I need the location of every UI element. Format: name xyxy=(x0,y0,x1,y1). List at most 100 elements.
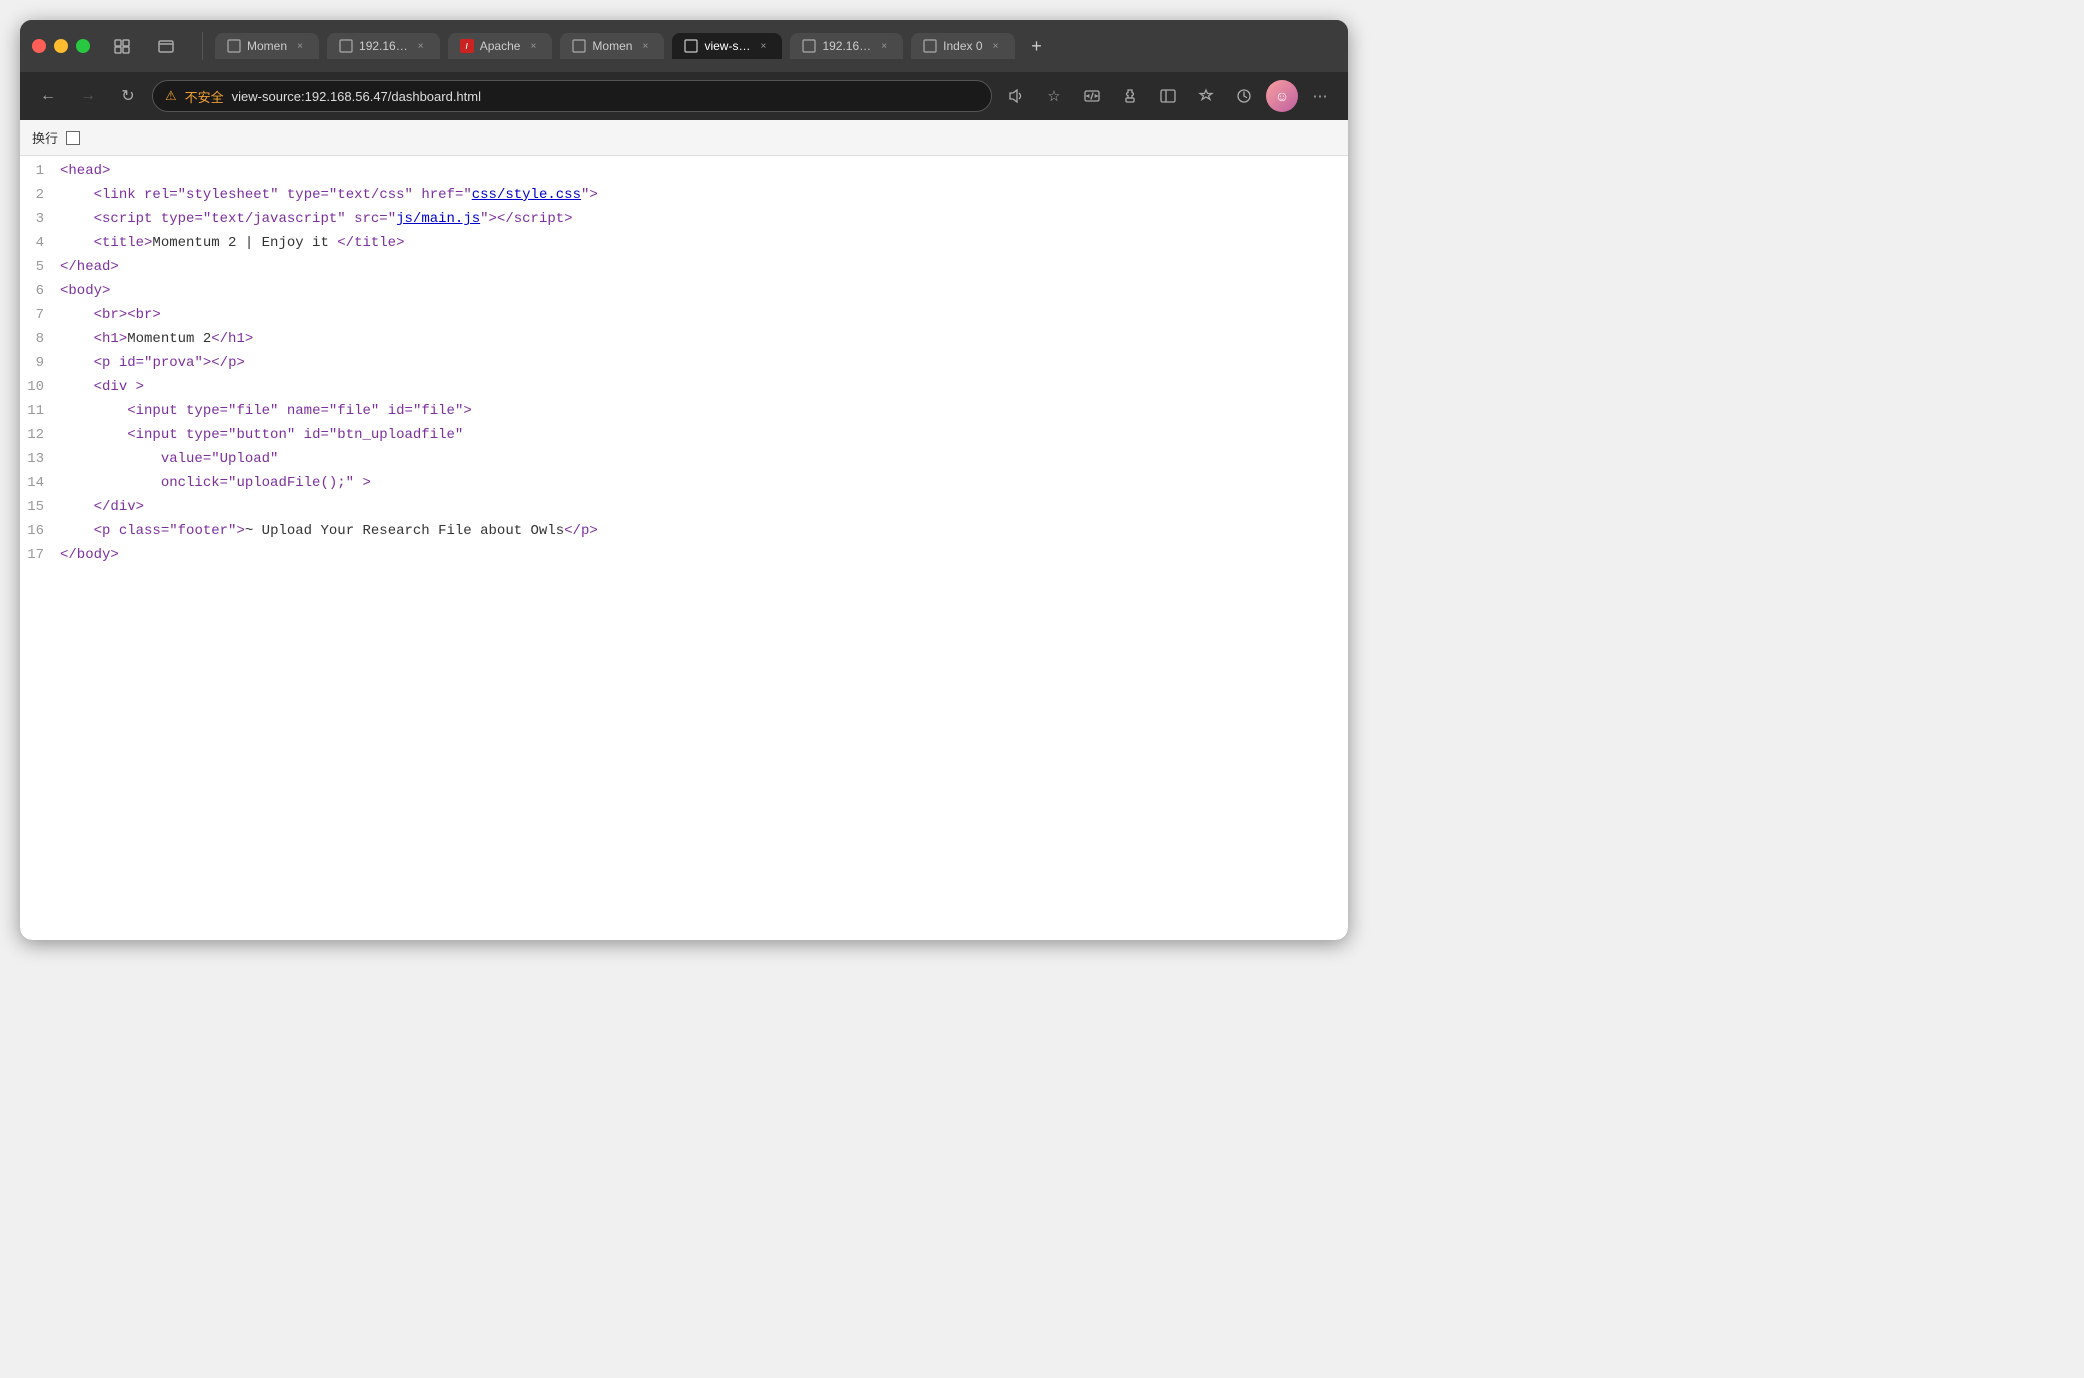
line-content: </div> xyxy=(60,496,1344,520)
security-label: 不安全 xyxy=(185,87,224,106)
line-content: <script type="text/javascript" src="js/m… xyxy=(60,208,1344,232)
tab-2-close[interactable]: × xyxy=(414,39,428,53)
source-line-9: 9 <p id="prova"></p> xyxy=(20,352,1348,376)
tab-7[interactable]: Index 0 × xyxy=(911,33,1014,59)
line-number: 9 xyxy=(24,352,60,376)
line-content: <body> xyxy=(60,280,1344,304)
forward-button[interactable]: → xyxy=(72,80,104,112)
line-number: 6 xyxy=(24,280,60,304)
tab-5-label: view-s… xyxy=(704,39,750,53)
single-tab-icon[interactable] xyxy=(150,30,182,62)
line-number: 12 xyxy=(24,424,60,448)
wrap-label: 换行 xyxy=(32,128,58,147)
line-content: <head> xyxy=(60,160,1344,184)
more-options-button[interactable]: ⋯ xyxy=(1304,80,1336,112)
line-number: 13 xyxy=(24,448,60,472)
source-line-10: 10 <div > xyxy=(20,376,1348,400)
title-bar: Momen × 192.16… × / Apache × Momen × vie… xyxy=(20,20,1348,72)
line-content: <p class="footer">~ Upload Your Research… xyxy=(60,520,1344,544)
close-button[interactable] xyxy=(32,39,46,53)
line-content: <input type="button" id="btn_uploadfile" xyxy=(60,424,1344,448)
line-content: <br><br> xyxy=(60,304,1344,328)
tab-2[interactable]: 192.16… × xyxy=(327,33,440,59)
tab-4-close[interactable]: × xyxy=(638,39,652,53)
line-content: <h1>Momentum 2</h1> xyxy=(60,328,1344,352)
source-line-15: 15 </div> xyxy=(20,496,1348,520)
address-field[interactable]: ⚠ 不安全 view-source:192.168.56.47/dashboar… xyxy=(152,80,992,112)
line-number: 1 xyxy=(24,160,60,184)
line-content: value="Upload" xyxy=(60,448,1344,472)
tab-3-label: Apache xyxy=(480,39,521,53)
source-line-1: 1 <head> xyxy=(20,160,1348,184)
reload-button[interactable]: ↻ xyxy=(112,80,144,112)
source-line-14: 14 onclick="uploadFile();" > xyxy=(20,472,1348,496)
tab-6-close[interactable]: × xyxy=(877,39,891,53)
tab-7-label: Index 0 xyxy=(943,39,982,53)
back-button[interactable]: ← xyxy=(32,80,64,112)
line-number: 2 xyxy=(24,184,60,208)
line-content: </body> xyxy=(60,544,1344,568)
tab-3-close[interactable]: × xyxy=(526,39,540,53)
tab-6-label: 192.16… xyxy=(822,39,871,53)
favorites-icon[interactable] xyxy=(1190,80,1222,112)
extensions-icon[interactable] xyxy=(1114,80,1146,112)
source-toolbar: 换行 xyxy=(20,120,1348,156)
source-line-11: 11 <input type="file" name="file" id="fi… xyxy=(20,400,1348,424)
source-line-4: 4 <title>Momentum 2 | Enjoy it </title> xyxy=(20,232,1348,256)
tab-6[interactable]: 192.16… × xyxy=(790,33,903,59)
line-number: 8 xyxy=(24,328,60,352)
source-view[interactable]: 1 <head> 2 <link rel="stylesheet" type="… xyxy=(20,156,1348,940)
source-line-2: 2 <link rel="stylesheet" type="text/css"… xyxy=(20,184,1348,208)
maximize-button[interactable] xyxy=(76,39,90,53)
line-content: <input type="file" name="file" id="file"… xyxy=(60,400,1344,424)
line-number: 11 xyxy=(24,400,60,424)
traffic-lights xyxy=(32,39,90,53)
line-number: 15 xyxy=(24,496,60,520)
devtools-icon[interactable] xyxy=(1076,80,1108,112)
source-line-5: 5 </head> xyxy=(20,256,1348,280)
line-content: </head> xyxy=(60,256,1344,280)
source-line-6: 6 <body> xyxy=(20,280,1348,304)
read-aloud-icon[interactable] xyxy=(1000,80,1032,112)
line-content: <p id="prova"></p> xyxy=(60,352,1344,376)
address-bar-row: ← → ↻ ⚠ 不安全 view-source:192.168.56.47/da… xyxy=(20,72,1348,120)
tab-3[interactable]: / Apache × xyxy=(448,33,553,59)
line-number: 4 xyxy=(24,232,60,256)
line-number: 16 xyxy=(24,520,60,544)
tab-5[interactable]: view-s… × xyxy=(672,33,782,59)
tab-1-label: Momen xyxy=(247,39,287,53)
wrap-checkbox[interactable] xyxy=(66,131,80,145)
tab-1-close[interactable]: × xyxy=(293,39,307,53)
tab-1[interactable]: Momen × xyxy=(215,33,319,59)
tab-4-label: Momen xyxy=(592,39,632,53)
source-line-17: 17 </body> xyxy=(20,544,1348,568)
toolbar-icons: ☆ ☺ ⋯ xyxy=(1000,80,1336,112)
line-number: 14 xyxy=(24,472,60,496)
profile-sync-icon[interactable] xyxy=(1228,80,1260,112)
source-line-7: 7 <br><br> xyxy=(20,304,1348,328)
sidebar-toggle-icon[interactable] xyxy=(1152,80,1184,112)
tab-4[interactable]: Momen × xyxy=(560,33,664,59)
minimize-button[interactable] xyxy=(54,39,68,53)
line-number: 5 xyxy=(24,256,60,280)
tab-7-close[interactable]: × xyxy=(989,39,1003,53)
line-number: 7 xyxy=(24,304,60,328)
source-line-16: 16 <p class="footer">~ Upload Your Resea… xyxy=(20,520,1348,544)
bookmark-icon[interactable]: ☆ xyxy=(1038,80,1070,112)
line-content: <div > xyxy=(60,376,1344,400)
source-line-8: 8 <h1>Momentum 2</h1> xyxy=(20,328,1348,352)
user-avatar[interactable]: ☺ xyxy=(1266,80,1298,112)
address-url: view-source:192.168.56.47/dashboard.html xyxy=(232,89,979,104)
line-content: <link rel="stylesheet" type="text/css" h… xyxy=(60,184,1344,208)
security-warning-icon: ⚠ xyxy=(165,88,177,104)
line-content: onclick="uploadFile();" > xyxy=(60,472,1344,496)
source-line-13: 13 value="Upload" xyxy=(20,448,1348,472)
source-line-3: 3 <script type="text/javascript" src="js… xyxy=(20,208,1348,232)
line-number: 10 xyxy=(24,376,60,400)
tab-manager-icon[interactable] xyxy=(106,30,138,62)
line-number: 17 xyxy=(24,544,60,568)
tab-5-close[interactable]: × xyxy=(756,39,770,53)
line-content: <title>Momentum 2 | Enjoy it </title> xyxy=(60,232,1344,256)
source-line-12: 12 <input type="button" id="btn_uploadfi… xyxy=(20,424,1348,448)
new-tab-button[interactable]: + xyxy=(1023,32,1051,60)
